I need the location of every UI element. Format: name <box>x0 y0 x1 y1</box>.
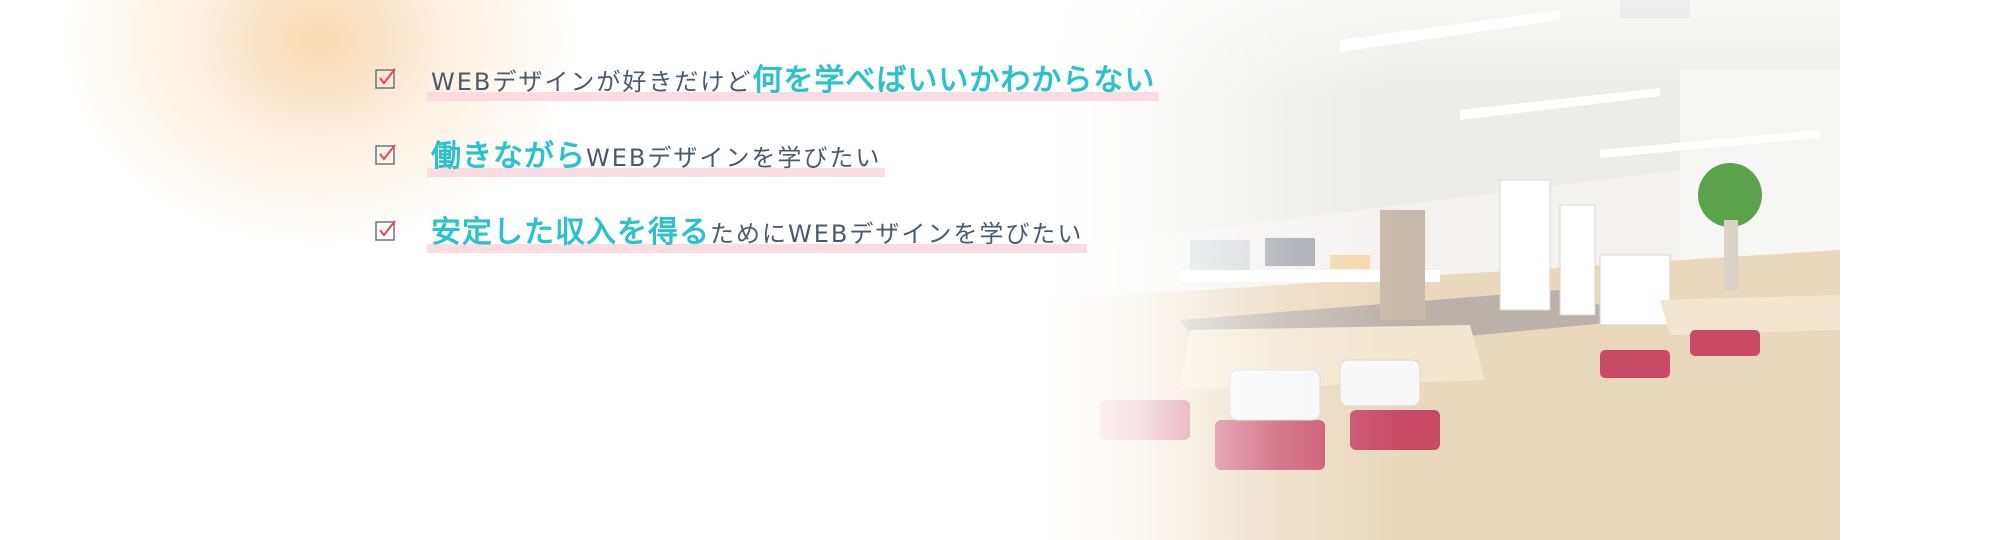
checklist-item-suffix: ためにWEBデザインを学びたい <box>710 220 1084 248</box>
checklist-item-emphasis: 安定した収入を得る <box>431 215 710 250</box>
checklist-item: WEBデザインが好きだけど何を学べばいいかわからない <box>375 40 1160 116</box>
checkbox-checked-icon <box>375 220 396 241</box>
checklist-item-suffix: WEBデザインを学びたい <box>586 144 882 172</box>
checklist-item-text: WEBデザインが好きだけど何を学べばいいかわからない <box>427 55 1160 101</box>
concern-checklist: WEBデザインが好きだけど何を学べばいいかわからない 働きながらWEBデザインを… <box>375 40 1160 268</box>
checklist-item-prefix: WEBデザインが好きだけど <box>431 68 753 96</box>
checklist-item-emphasis: 何を学べばいいかわからない <box>752 63 1156 98</box>
checklist-item-text: 働きながらWEBデザインを学びたい <box>427 131 886 177</box>
checklist-item: 働きながらWEBデザインを学びたい <box>375 116 1159 192</box>
checkbox-checked-icon <box>375 68 396 89</box>
checklist-item-text: 安定した収入を得るためにWEBデザインを学びたい <box>427 207 1088 253</box>
checklist-item-emphasis: 働きながら <box>431 139 586 174</box>
checklist-item: 安定した収入を得るためにWEBデザインを学びたい <box>375 192 1159 268</box>
office-photo <box>1040 0 1840 540</box>
checkbox-checked-icon <box>375 144 396 165</box>
